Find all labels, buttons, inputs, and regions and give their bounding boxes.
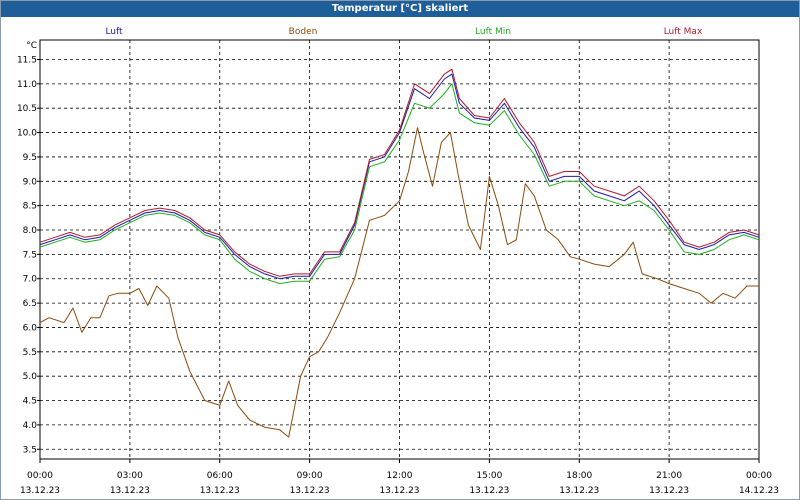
x-tick-time: 00:00 (27, 471, 53, 481)
y-tick-label: 11.5 (17, 55, 37, 65)
y-tick-label: 9.5 (23, 153, 37, 163)
x-tick-time: 21:00 (656, 471, 682, 481)
legend-item-luft: Luft (105, 27, 123, 37)
y-tick-label: 7.5 (23, 250, 37, 260)
x-tick-time: 06:00 (207, 471, 233, 481)
y-tick-label: 9.0 (23, 177, 38, 187)
y-tick-label: 8.0 (23, 226, 38, 236)
legend-item-luft-max: Luft Max (664, 27, 703, 37)
x-tick-time: 00:00 (746, 471, 772, 481)
y-tick-label: 8.5 (23, 202, 37, 212)
y-tick-label: 6.0 (23, 323, 38, 333)
x-tick-date: 13.12.23 (110, 486, 150, 496)
x-tick-time: 03:00 (117, 471, 143, 481)
y-tick-label: 6.5 (23, 299, 37, 309)
y-tick-label: 10.5 (17, 104, 37, 114)
y-tick-label: 5.0 (23, 372, 38, 382)
x-tick-date: 13.12.23 (20, 486, 60, 496)
y-tick-label: 4.0 (23, 421, 38, 431)
x-tick-date: 13.12.23 (469, 486, 509, 496)
grid (40, 40, 759, 459)
temperature-chart: 3.5 4.0 4.5 5.0 5.5 6.0 6.5 7.0 7.5 8.0 8.5 9.0 9.5 1… (17, 27, 779, 496)
x-tick-time: 12:00 (387, 471, 413, 481)
x-tick-date: 13.12.23 (559, 486, 599, 496)
x-tick-date: 13.12.23 (290, 486, 330, 496)
x-tick-date: 14.12.23 (739, 486, 779, 496)
legend: Luft Boden Luft Min Luft Max (105, 27, 703, 37)
y-axis-label: °C (26, 41, 37, 51)
legend-item-luft-min: Luft Min (475, 27, 511, 37)
y-tick-label: 7.0 (23, 275, 38, 285)
x-tick-time: 09:00 (297, 471, 323, 481)
x-tick-date: 13.12.23 (200, 486, 240, 496)
x-tick-date: 13.12.23 (649, 486, 689, 496)
chart-window: Temperatur [°C] skaliert 3.5 4.0 4.5 5.0 5.5… (0, 0, 800, 500)
series-line-luft (39, 73, 760, 280)
y-axis: 3.5 4.0 4.5 5.0 5.5 6.0 6.5 7.0 7.5 8.0 8.5 9.0 9.5 1… (17, 41, 40, 455)
y-tick-label: 10.0 (17, 129, 37, 139)
y-tick-label: 4.5 (23, 397, 37, 407)
y-tick-label: 5.5 (23, 348, 37, 358)
x-axis: 00:00 13.12.23 03:00 13.12.23 06:00 13.12.23 0… (20, 459, 779, 496)
x-tick-time: 15:00 (476, 471, 502, 481)
y-tick-label: 3.5 (23, 445, 37, 455)
legend-item-boden: Boden (289, 27, 318, 37)
y-tick-label: 11.0 (17, 80, 37, 90)
x-tick-time: 18:00 (566, 471, 592, 481)
x-tick-date: 13.12.23 (379, 486, 419, 496)
